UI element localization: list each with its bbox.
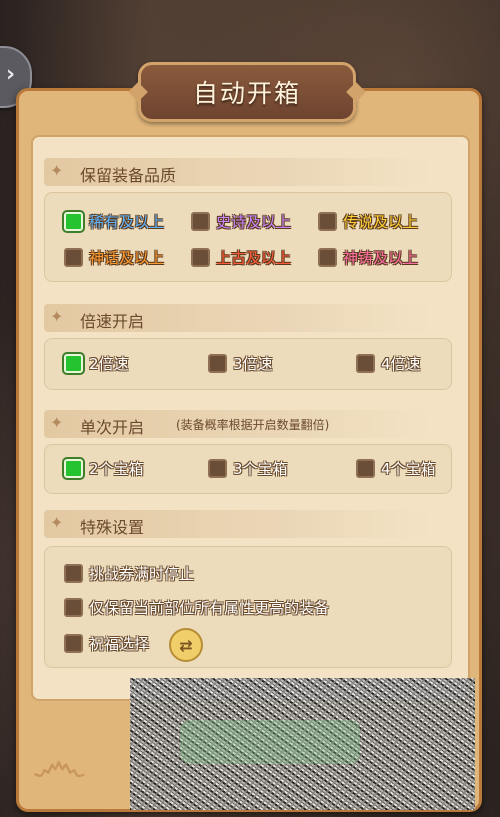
obscured-region <box>130 678 475 810</box>
checkbox-checked[interactable] <box>64 211 83 231</box>
checkbox-unchecked[interactable] <box>356 353 375 373</box>
flourish-icon: ✦ <box>50 161 64 180</box>
checkbox-checked[interactable] <box>64 458 83 478</box>
checkbox-unchecked[interactable] <box>208 458 227 478</box>
checkbox-unchecked[interactable] <box>191 247 210 267</box>
section-label-special: 特殊设置 <box>80 518 145 537</box>
option-label: 祝福选择 <box>89 634 150 653</box>
section-label-quality: 保留装备品质 <box>80 166 177 185</box>
section-header-quality: ✦ 保留装备品质 <box>44 158 434 186</box>
option-label: 上古及以上 <box>216 248 292 267</box>
panel-title: 自动开箱 <box>192 79 301 108</box>
option-epic-plus[interactable]: 史诗及以上 <box>191 208 291 234</box>
option-stop-when-tickets-full[interactable]: 挑战券满时停止 <box>64 560 194 586</box>
option-chests-3[interactable]: 3个宝箱 <box>208 455 288 481</box>
option-label: 传说及以上 <box>343 212 419 231</box>
checkbox-unchecked[interactable] <box>318 211 337 231</box>
checkbox-unchecked[interactable] <box>208 353 227 373</box>
option-chests-2[interactable]: 2个宝箱 <box>64 455 144 481</box>
option-keep-better-only[interactable]: 仅保留当前部位所有属性更高的装备 <box>64 594 329 620</box>
checkbox-unchecked[interactable] <box>191 211 210 231</box>
option-label: 2个宝箱 <box>89 459 144 478</box>
checkbox-unchecked[interactable] <box>356 458 375 478</box>
obscured-button <box>180 720 360 764</box>
option-divine-plus[interactable]: 神铸及以上 <box>318 244 418 270</box>
option-label: 3个宝箱 <box>233 459 288 478</box>
section-note-single: (装备概率根据开启数量翻倍) <box>176 418 330 432</box>
flourish-icon: ✦ <box>50 513 64 532</box>
option-chests-4[interactable]: 4个宝箱 <box>356 455 436 481</box>
option-label: 史诗及以上 <box>216 212 292 231</box>
checkbox-checked[interactable] <box>64 353 83 373</box>
option-speed-2x[interactable]: 2倍速 <box>64 350 129 376</box>
option-ancient-plus[interactable]: 上古及以上 <box>191 244 291 270</box>
option-speed-3x[interactable]: 3倍速 <box>208 350 273 376</box>
option-label: 仅保留当前部位所有属性更高的装备 <box>89 598 330 617</box>
flourish-icon: ✦ <box>50 413 64 432</box>
option-label: 神铸及以上 <box>343 248 419 267</box>
flourish-icon: ✦ <box>50 307 64 326</box>
option-legendary-plus[interactable]: 传说及以上 <box>318 208 418 234</box>
option-label: 4倍速 <box>381 354 421 373</box>
swap-icon[interactable]: ⇄ <box>169 628 203 662</box>
option-label: 神话及以上 <box>89 248 165 267</box>
checkbox-unchecked[interactable] <box>64 247 83 267</box>
option-blessing-select[interactable]: 祝福选择 <box>64 630 149 656</box>
option-speed-4x[interactable]: 4倍速 <box>356 350 421 376</box>
section-label-speed: 倍速开启 <box>80 312 145 331</box>
option-mythic-plus[interactable]: 神话及以上 <box>64 244 164 270</box>
option-label: 挑战券满时停止 <box>89 564 195 583</box>
checkbox-unchecked[interactable] <box>64 563 83 583</box>
option-label: 3倍速 <box>233 354 273 373</box>
checkbox-unchecked[interactable] <box>64 633 83 653</box>
section-header-speed: ✦ 倍速开启 <box>44 304 434 332</box>
section-header-special: ✦ 特殊设置 <box>44 510 434 538</box>
title-plate: 自动开箱 <box>138 62 356 122</box>
option-label: 2倍速 <box>89 354 129 373</box>
section-label-single: 单次开启 <box>80 418 145 437</box>
checkbox-unchecked[interactable] <box>64 597 83 617</box>
option-label: 稀有及以上 <box>89 212 165 231</box>
checkbox-unchecked[interactable] <box>318 247 337 267</box>
option-label: 4个宝箱 <box>381 459 436 478</box>
option-rare-plus[interactable]: 稀有及以上 <box>64 208 164 234</box>
section-header-single: ✦ 单次开启 (装备概率根据开启数量翻倍) <box>44 410 434 438</box>
chevron-right-icon: › <box>6 62 16 87</box>
spiral-ornament-icon: ෴ <box>32 728 87 796</box>
